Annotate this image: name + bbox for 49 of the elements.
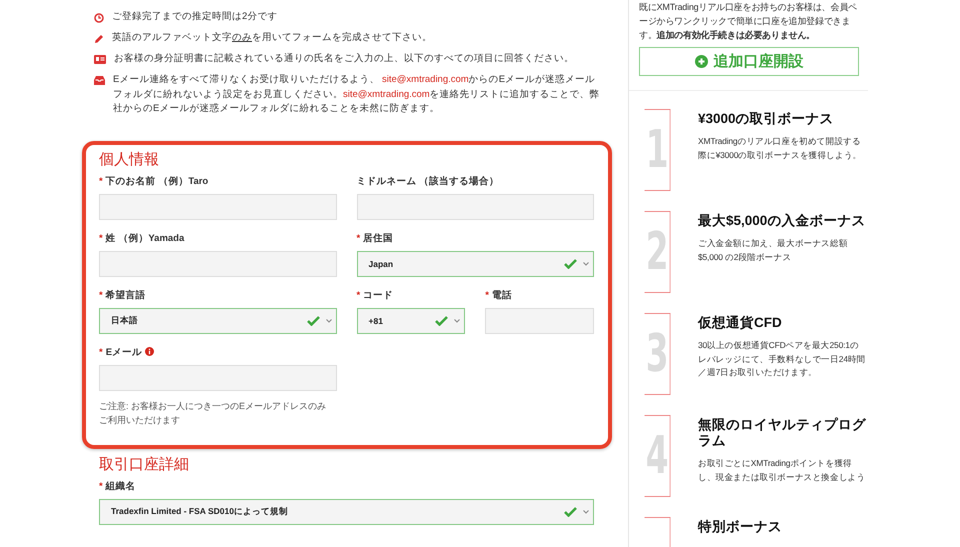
info-icon[interactable] [145, 346, 154, 356]
select-field[interactable]: Japan [356, 250, 594, 276]
field-label: ミドルネーム （該当する場合） [356, 174, 500, 188]
select-field[interactable]: Tradexfin Limited - FSA SD010によって規制 [99, 498, 594, 524]
chevron-icon [326, 318, 332, 322]
bonus-title: 仮想通貨CFD [698, 315, 783, 331]
email-note: ご注意: お客様お一人につき一つのEメールアドレスのみご利用いただけます [99, 400, 328, 426]
field-label: * Eメール [99, 346, 142, 358]
check-icon [306, 316, 320, 326]
plus-circle-icon [694, 55, 708, 68]
note-text: 英語のアルファベット文字のみ を用いてフォームを完成させて下さい。 [112, 31, 432, 45]
note-text: お客様の身分証明書に記載されている通りの氏名をご入力の上、以下のすべての項目に回答ください。 [114, 52, 574, 66]
inbox-icon [94, 73, 105, 88]
bonus-text: 30以上の仮想通貨CFDペアを最大250:1のレバレッジにて、手数料なしで一日24時間／週7日お取引いただけます。 [698, 339, 866, 379]
field-label: * 電話 [485, 288, 512, 302]
field-label: * 下のお名前 （例）Taro [99, 174, 208, 188]
field-label: * 居住国 [356, 232, 394, 244]
select-field[interactable]: 日本語 [99, 308, 336, 334]
bonus-title: 特別ボーナス [698, 519, 783, 535]
chevron-icon [583, 510, 589, 514]
check-icon [435, 316, 448, 326]
chevron-icon [583, 262, 589, 266]
bonus-text: お取引ごとにXMTradingポイントを獲得し、現金または取引ボーナスと換金しよう [698, 457, 866, 484]
field-label: * 希望言語 [99, 288, 146, 302]
check-icon [564, 258, 577, 268]
input-field[interactable] [356, 194, 594, 220]
note-text: ご登録完了までの推定時間は2分です [112, 10, 278, 24]
email-link[interactable]: site@xmtrading.com [382, 74, 469, 85]
intro-text: 既にXMTradingリアル口座をお持ちのお客様は、会員ページからワンクリックで簡単に口座を追加登録できます。追加の有効化手続きは必要ありません。 [639, 1, 858, 42]
check-icon [564, 506, 577, 516]
bonus-title: 最大$5,000の入金ボーナス [698, 213, 866, 229]
bonus-title: 無限のロイヤルティプログラム [698, 417, 866, 449]
chevron-icon [454, 318, 460, 322]
input-field[interactable] [99, 250, 336, 276]
email-link[interactable]: site@xmtrading.com [343, 88, 430, 100]
input-field[interactable] [485, 308, 594, 334]
bonus-text: XMTradingのリアル口座を初めて開設する際に¥3000の取引ボーナスを獲得しよう。 [698, 135, 862, 162]
field-label: * 組織名 [99, 480, 136, 492]
select-field[interactable]: +81 [356, 308, 466, 334]
field-label: * 姓 （例）Yamada [99, 232, 184, 244]
field-label: * コード [356, 288, 394, 302]
id-card-icon [94, 52, 106, 67]
input-field[interactable] [99, 194, 336, 220]
note-text: Eメール連絡をすべて滞りなくお受け取りいただけるよう、 site@xmtrading.comからのEメールが迷惑メールフォルダに紛れないよう設定をお見直しください。site@xmtrading.comを連絡先リストに追加することで、弊社からのEメールが迷惑メールフォルダに紛れることを未然に防ぎます。 [113, 73, 601, 116]
section-title: 個人情報 [99, 150, 160, 168]
section-title: 取引口座詳細 [99, 454, 190, 474]
bonus-title: ¥3000の取引ボーナス [698, 111, 835, 127]
bonus-text: ご入金金額に加え、最大ボーナス総額$5,000 の2段階ボーナス [698, 237, 849, 264]
input-field[interactable] [99, 364, 336, 390]
